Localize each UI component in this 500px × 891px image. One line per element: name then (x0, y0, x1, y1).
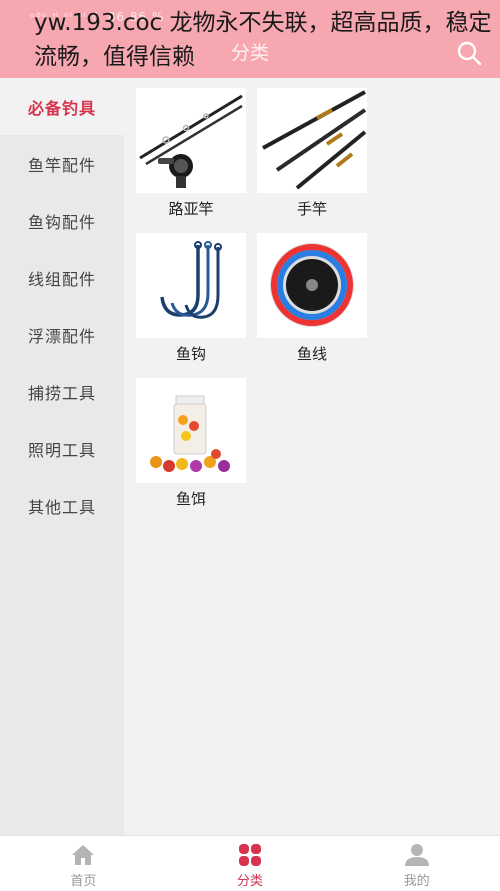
product-card-fishing-line[interactable]: 鱼线 (257, 233, 367, 372)
tab-category[interactable]: 分类 (167, 836, 334, 891)
product-label: 手竿 (296, 200, 327, 218)
tab-profile[interactable]: 我的 (333, 836, 500, 891)
home-icon (72, 845, 95, 865)
sidebar-item-essential-gear[interactable]: 必备钓具 (0, 78, 124, 135)
sidebar-item-hook-accessories[interactable]: 鱼钩配件 (0, 192, 124, 249)
product-card-fish-hook[interactable]: 鱼钩 (136, 233, 246, 372)
sidebar-item-label: 浮漂配件 (27, 326, 96, 346)
category-sidebar: 必备钓具 鱼竿配件 鱼钩配件 线组配件 浮漂配件 捕捞工具 照明工具 其他工具 (0, 78, 124, 835)
product-grid-area: 路亚竿 手竿 鱼钩 鱼线 鱼饵 (124, 78, 500, 835)
product-card-hand-rod[interactable]: 手竿 (257, 88, 367, 227)
fishing-line-spool-image (257, 233, 367, 338)
spinning-rod-image (136, 88, 246, 193)
sidebar-item-line-accessories[interactable]: 线组配件 (0, 249, 124, 306)
fish-hook-image (136, 233, 246, 338)
sidebar-item-label: 照明工具 (27, 440, 96, 460)
hand-rod-image (257, 88, 367, 193)
user-icon (404, 844, 429, 866)
bait-jar-image (136, 378, 246, 483)
sidebar-item-label: 线组配件 (27, 269, 96, 289)
product-label: 鱼线 (296, 345, 327, 363)
sidebar-item-label: 其他工具 (27, 497, 96, 517)
product-card-bait[interactable]: 鱼饵 (136, 378, 246, 517)
tab-home[interactable]: 首页 (0, 836, 167, 891)
sidebar-item-label: 鱼竿配件 (27, 155, 96, 175)
tab-label: 我的 (403, 874, 430, 889)
sidebar-item-other-tools[interactable]: 其他工具 (0, 477, 124, 534)
sidebar-item-label: 必备钓具 (27, 98, 96, 118)
category-page: ᵒ⁶ᵒ ᵸ ⁿˡ ⁿˡ ☾ 86 86 % 分类 必备钓具 鱼竿配件 鱼钩配件 … (0, 0, 500, 891)
product-label: 鱼钩 (175, 345, 206, 363)
tab-label: 分类 (237, 874, 264, 889)
watermark-overlay-text: yw.193.coc 龙物永不失联，超高品质，稳定流畅，值得信赖 (34, 10, 492, 70)
product-grid: 路亚竿 手竿 鱼钩 鱼线 鱼饵 (136, 88, 496, 523)
sidebar-item-label: 捕捞工具 (27, 383, 96, 403)
product-label: 鱼饵 (175, 490, 206, 508)
sidebar-item-rod-accessories[interactable]: 鱼竿配件 (0, 135, 124, 192)
tab-label: 首页 (70, 874, 97, 889)
sidebar-item-lighting-tools[interactable]: 照明工具 (0, 420, 124, 477)
sidebar-item-catching-tools[interactable]: 捕捞工具 (0, 363, 124, 420)
bottom-tab-bar: 首页 分类 我的 (0, 835, 500, 891)
sidebar-item-float-accessories[interactable]: 浮漂配件 (0, 306, 124, 363)
product-card-spinning-rod[interactable]: 路亚竿 (136, 88, 246, 227)
category-icon (239, 844, 261, 866)
sidebar-item-label: 鱼钩配件 (27, 212, 96, 232)
product-label: 路亚竿 (168, 200, 214, 218)
